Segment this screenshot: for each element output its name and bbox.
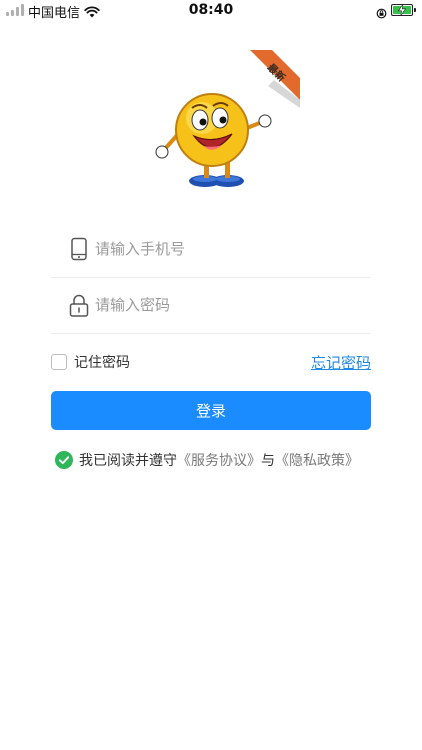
phone-field (51, 221, 371, 278)
phone-icon (69, 237, 89, 261)
agreement-conjunction: 与 (261, 453, 275, 469)
status-bar: 中国电信 08:40 (0, 0, 422, 22)
password-field (51, 277, 371, 334)
app-logo: 最新 (150, 50, 300, 195)
agreement-prefix: 我已阅读并遵守 (79, 453, 177, 469)
service-agreement-link[interactable]: 《服务协议》 (177, 450, 261, 470)
phone-input[interactable] (95, 235, 365, 263)
rotation-lock-icon (376, 4, 387, 23)
lock-icon (69, 293, 89, 317)
forgot-password-link[interactable]: 忘记密码 (311, 352, 371, 373)
login-button[interactable]: 登录 (51, 391, 371, 430)
check-circle-icon[interactable] (55, 451, 73, 469)
remember-label: 记住密码 (74, 355, 130, 371)
battery-icon (391, 4, 416, 16)
new-badge: 最新 (250, 50, 300, 108)
remember-password-toggle[interactable]: 记住密码 (51, 352, 130, 372)
agreement-row: 我已阅读并遵守 《服务协议》 与 《隐私政策》 (55, 450, 359, 470)
status-time: 08:40 (188, 2, 234, 18)
privacy-policy-link[interactable]: 《隐私政策》 (275, 450, 359, 470)
remember-checkbox[interactable] (51, 354, 67, 370)
password-input[interactable] (95, 291, 365, 319)
